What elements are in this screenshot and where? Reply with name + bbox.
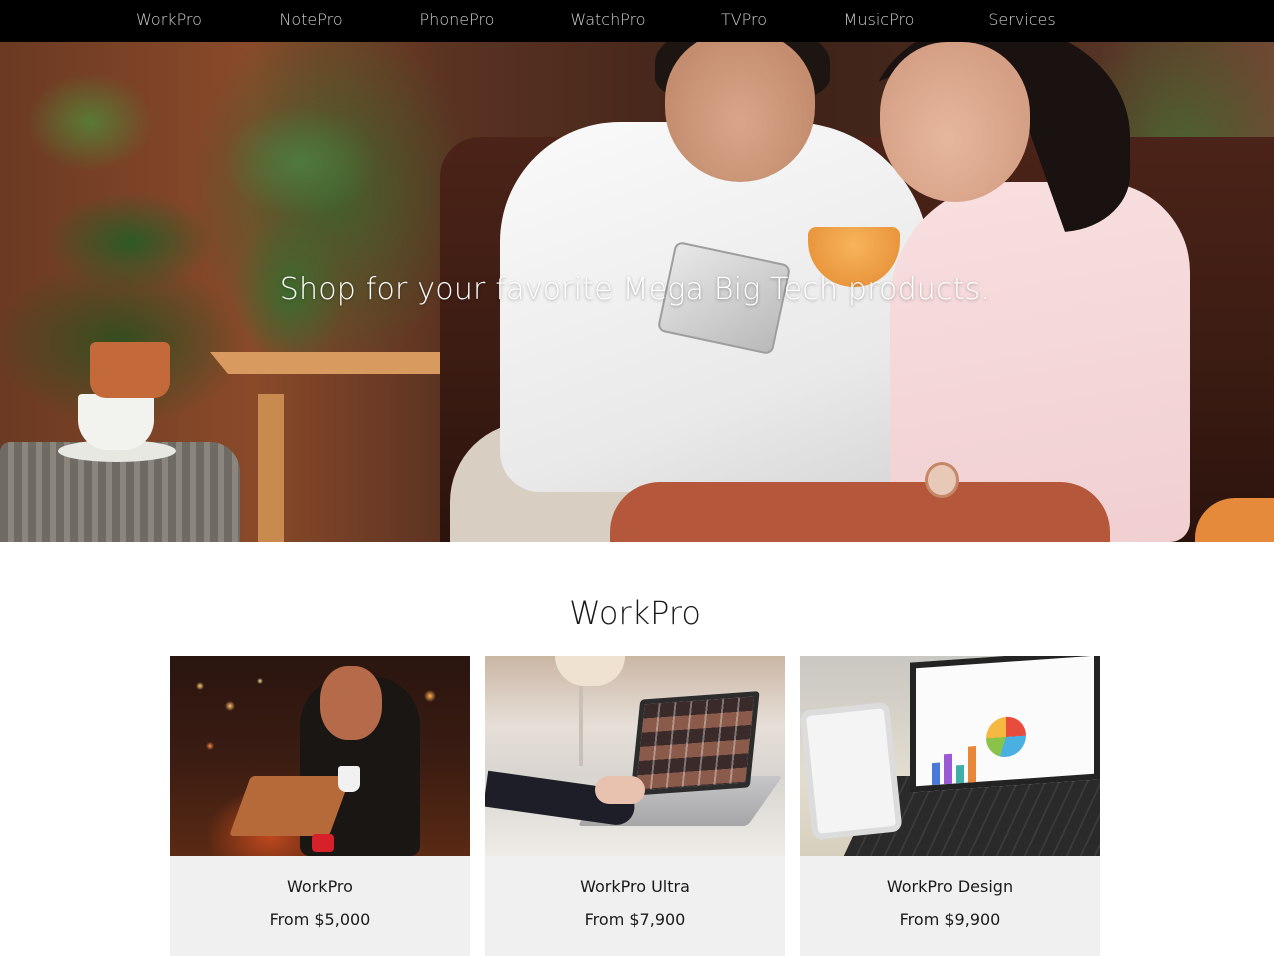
section-title: WorkPro bbox=[569, 594, 701, 632]
photo-lamp bbox=[555, 656, 625, 686]
product-card-workpro-design[interactable]: WorkPro Design From $9,900 bbox=[800, 656, 1100, 956]
product-image-workpro bbox=[170, 656, 470, 856]
nav-item-phonepro[interactable]: PhonePro bbox=[420, 0, 495, 42]
photo-man-head bbox=[320, 666, 382, 740]
hero-person-right-head bbox=[880, 42, 1030, 202]
hero-coffee-cup bbox=[78, 394, 154, 450]
product-image-workpro-ultra bbox=[485, 656, 785, 856]
photo-pie bbox=[986, 715, 1026, 759]
photo-bar bbox=[956, 764, 964, 784]
product-name: WorkPro bbox=[287, 877, 353, 896]
hero-plant-pot bbox=[90, 342, 170, 398]
nav-item-tvpro[interactable]: TVPro bbox=[721, 0, 767, 42]
top-nav: WorkPro NotePro PhonePro WatchPro TVPro … bbox=[0, 0, 1274, 42]
photo-laptop-screen bbox=[910, 656, 1100, 793]
photo-bar bbox=[968, 746, 976, 783]
photo-laptop-screen bbox=[630, 691, 760, 796]
product-price: From $9,900 bbox=[899, 910, 1001, 929]
product-name: WorkPro Design bbox=[886, 877, 1014, 896]
hero-banner: Shop for your favorite Mega Big Tech pro… bbox=[0, 42, 1274, 542]
photo-bar bbox=[932, 762, 940, 786]
product-price: From $7,900 bbox=[584, 910, 686, 929]
nav-item-notepro[interactable]: NotePro bbox=[279, 0, 342, 42]
hero-skirt bbox=[610, 482, 1110, 542]
nav-item-services[interactable]: Services bbox=[988, 0, 1055, 42]
nav-item-watchpro[interactable]: WatchPro bbox=[570, 0, 645, 42]
hero-tagline: Shop for your favorite Mega Big Tech pro… bbox=[279, 272, 991, 307]
product-card-workpro-ultra[interactable]: WorkPro Ultra From $7,900 bbox=[485, 656, 785, 956]
photo-bar bbox=[944, 753, 952, 785]
nav-item-musicpro[interactable]: MusicPro bbox=[844, 0, 915, 42]
photo-hand bbox=[595, 776, 645, 804]
nav-item-workpro[interactable]: WorkPro bbox=[136, 0, 202, 42]
product-card-workpro[interactable]: WorkPro From $5,000 bbox=[170, 656, 470, 956]
hero-chair bbox=[210, 352, 450, 542]
photo-ipad bbox=[800, 701, 903, 841]
product-name: WorkPro Ultra bbox=[580, 877, 690, 896]
photo-mug bbox=[338, 766, 360, 792]
product-price: From $5,000 bbox=[269, 910, 371, 929]
product-image-workpro-design bbox=[800, 656, 1100, 856]
hero-watch bbox=[925, 462, 959, 498]
photo-lamp-stem bbox=[579, 686, 583, 766]
photo-candle bbox=[312, 834, 334, 852]
